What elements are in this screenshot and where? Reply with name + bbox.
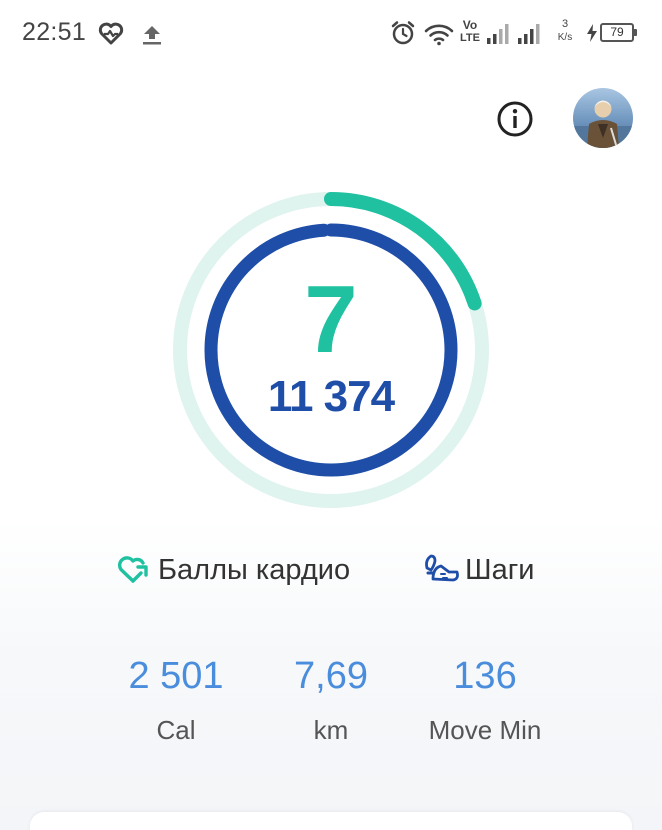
steps-icon [425, 554, 459, 582]
heart-points-icon [117, 556, 148, 583]
stat-move-min-unit: Move Min [428, 715, 542, 745]
bottom-card[interactable] [30, 812, 632, 830]
stat-calories-unit: Cal [156, 715, 196, 745]
stat-move-min[interactable]: 136 Move Min [395, 648, 575, 752]
legend-steps[interactable]: Шаги [423, 548, 563, 592]
stat-distance-value: 7,69 [294, 655, 368, 697]
stat-calories[interactable]: 2 501 Cal [86, 648, 266, 752]
heart-points-value: 7 [304, 266, 358, 373]
legend-heart-points-label: Баллы кардио [158, 554, 351, 586]
stat-distance[interactable]: 7,69 km [241, 648, 421, 752]
legend-heart-points[interactable]: Баллы кардио [116, 548, 396, 592]
stat-move-min-value: 136 [453, 655, 517, 697]
stat-distance-unit: km [313, 715, 349, 745]
stat-calories-value: 2 501 [128, 655, 224, 697]
legend-steps-label: Шаги [465, 554, 535, 586]
steps-value: 11 374 [267, 372, 395, 421]
